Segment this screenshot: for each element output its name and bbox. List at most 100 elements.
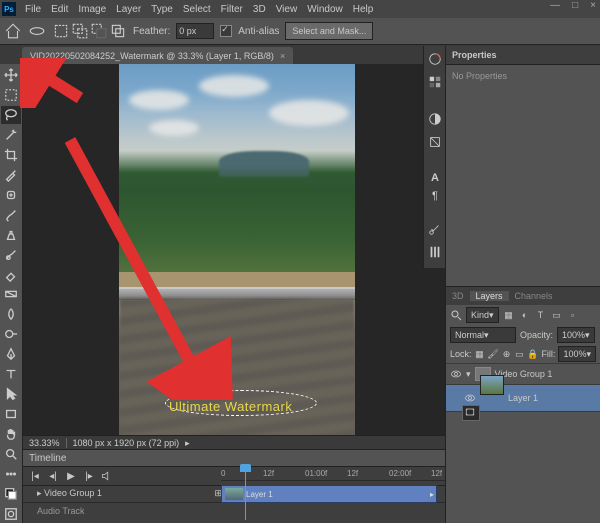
expand-group-icon[interactable]: ▾ xyxy=(466,369,471,380)
edit-toolbar[interactable] xyxy=(1,465,21,483)
document-canvas[interactable]: Ultimate Watermark xyxy=(119,64,355,438)
tab-channels[interactable]: Channels xyxy=(509,291,559,301)
styles-panel-icon[interactable] xyxy=(428,135,442,152)
menu-3d[interactable]: 3D xyxy=(248,4,271,15)
clone-stamp-tool[interactable] xyxy=(1,226,21,244)
lasso-tool[interactable] xyxy=(1,106,21,124)
properties-panel-tab[interactable]: Properties xyxy=(446,46,600,65)
crop-tool[interactable] xyxy=(1,146,21,164)
lock-artboard-icon[interactable]: ▭ xyxy=(514,348,524,360)
selection-add-icon[interactable] xyxy=(71,22,89,40)
blur-tool[interactable] xyxy=(1,305,21,323)
layer-row[interactable]: Layer 1 xyxy=(446,385,600,412)
visibility-toggle-icon[interactable] xyxy=(464,392,476,404)
rectangle-tool[interactable] xyxy=(1,405,21,423)
rect-marquee-tool[interactable] xyxy=(1,86,21,104)
history-brush-tool[interactable] xyxy=(1,246,21,264)
search-icon[interactable] xyxy=(450,309,462,321)
selection-subtract-icon[interactable] xyxy=(90,22,108,40)
filter-pixel-icon[interactable]: ▦ xyxy=(503,309,515,321)
paragraph-panel-icon[interactable]: ¶ xyxy=(432,190,438,202)
menu-filter[interactable]: Filter xyxy=(216,4,248,15)
antialias-checkbox[interactable] xyxy=(220,25,232,37)
play-icon[interactable]: ▶ xyxy=(65,470,77,482)
magic-wand-tool[interactable] xyxy=(1,126,21,144)
foreground-swatch[interactable] xyxy=(1,485,21,503)
document-tab[interactable]: VID20220502084252_Watermark @ 33.3% (Lay… xyxy=(22,47,293,65)
layer-thumbnail[interactable] xyxy=(480,375,504,395)
maximize-button[interactable]: □ xyxy=(572,0,578,11)
layers-panel: 3D Layers Channels Kind ▾ ▦ ◐ T ▭ ▫ Norm… xyxy=(445,286,600,523)
selection-intersect-icon[interactable] xyxy=(109,22,127,40)
fill-input[interactable]: 100% ▾ xyxy=(558,346,596,362)
hand-tool[interactable] xyxy=(1,425,21,443)
menu-type[interactable]: Type xyxy=(146,4,178,15)
timeline-clip[interactable]: Layer 1 ▸ xyxy=(221,485,437,503)
eraser-tool[interactable] xyxy=(1,266,21,284)
menu-window[interactable]: Window xyxy=(302,4,348,15)
tab-layers[interactable]: Layers xyxy=(470,291,509,301)
color-panel-icon[interactable] xyxy=(428,52,442,69)
lock-all-icon[interactable]: 🔒 xyxy=(527,348,538,360)
audio-mute-icon[interactable] xyxy=(101,470,113,482)
goto-first-frame-icon[interactable]: |◂ xyxy=(29,470,41,482)
menu-select[interactable]: Select xyxy=(178,4,216,15)
filter-kind-select[interactable]: Kind ▾ xyxy=(466,307,499,323)
minimize-button[interactable]: — xyxy=(550,0,560,11)
menu-edit[interactable]: Edit xyxy=(46,4,73,15)
menu-view[interactable]: View xyxy=(271,4,303,15)
lock-pixels-icon[interactable]: 🖌 xyxy=(487,348,498,360)
feather-label: Feather: xyxy=(133,26,170,37)
menu-file[interactable]: File xyxy=(20,4,46,15)
menu-image[interactable]: Image xyxy=(73,4,111,15)
layer-group-row[interactable]: ▾ Video Group 1 xyxy=(446,364,600,385)
lock-transparent-icon[interactable]: ▦ xyxy=(475,348,485,360)
lock-position-icon[interactable]: ⊕ xyxy=(502,348,512,360)
prev-frame-icon[interactable]: ◂| xyxy=(47,470,59,482)
pen-tool[interactable] xyxy=(1,345,21,363)
visibility-toggle-icon[interactable] xyxy=(450,368,462,380)
clip-label: Layer 1 xyxy=(246,490,273,499)
app-icon: Ps xyxy=(2,2,16,16)
adjustments-panel-icon[interactable] xyxy=(428,112,442,129)
tool-preset-icon[interactable] xyxy=(28,22,46,40)
zoom-level[interactable]: 33.33% xyxy=(29,438,60,448)
select-and-mask-button[interactable]: Select and Mask... xyxy=(285,22,373,40)
path-select-tool[interactable] xyxy=(1,385,21,403)
filter-smart-icon[interactable]: ▫ xyxy=(567,309,579,321)
home-icon[interactable] xyxy=(4,22,22,40)
blend-mode-select[interactable]: Normal ▾ xyxy=(450,327,516,343)
menu-layer[interactable]: Layer xyxy=(111,4,146,15)
quick-mask-toggle[interactable] xyxy=(1,505,21,523)
character-panel-icon[interactable]: A xyxy=(431,172,439,184)
dodge-tool[interactable] xyxy=(1,325,21,343)
filter-shape-icon[interactable]: ▭ xyxy=(551,309,563,321)
type-tool[interactable] xyxy=(1,365,21,383)
eyedropper-tool[interactable] xyxy=(1,166,21,184)
tab-3d[interactable]: 3D xyxy=(446,291,470,301)
chevron-right-icon[interactable]: ▸ xyxy=(185,438,190,449)
close-tab-icon[interactable]: × xyxy=(280,51,285,61)
spot-heal-tool[interactable] xyxy=(1,186,21,204)
filter-adjust-icon[interactable]: ◐ xyxy=(519,309,531,321)
clip-thumb-icon xyxy=(225,488,243,500)
brush-settings-panel-icon[interactable] xyxy=(428,222,442,239)
window-controls: — □ × xyxy=(550,0,596,11)
opacity-label: Opacity: xyxy=(520,330,553,340)
lock-label: Lock: xyxy=(450,349,472,359)
document-tab-title: VID20220502084252_Watermark @ 33.3% (Lay… xyxy=(30,51,274,61)
zoom-tool[interactable] xyxy=(1,445,21,463)
filter-type-icon[interactable]: T xyxy=(535,309,547,321)
opacity-input[interactable]: 100% ▾ xyxy=(557,327,595,343)
swatches-panel-icon[interactable] xyxy=(428,75,442,92)
selection-new-icon[interactable] xyxy=(52,22,70,40)
menu-help[interactable]: Help xyxy=(348,4,379,15)
brushes-panel-icon[interactable] xyxy=(428,245,442,262)
brush-tool[interactable] xyxy=(1,206,21,224)
feather-input[interactable] xyxy=(176,23,214,39)
close-button[interactable]: × xyxy=(590,0,596,11)
move-tool[interactable] xyxy=(1,66,21,84)
gradient-tool[interactable] xyxy=(1,285,21,303)
layer-name[interactable]: Layer 1 xyxy=(508,393,538,403)
next-frame-icon[interactable]: |▸ xyxy=(83,470,95,482)
